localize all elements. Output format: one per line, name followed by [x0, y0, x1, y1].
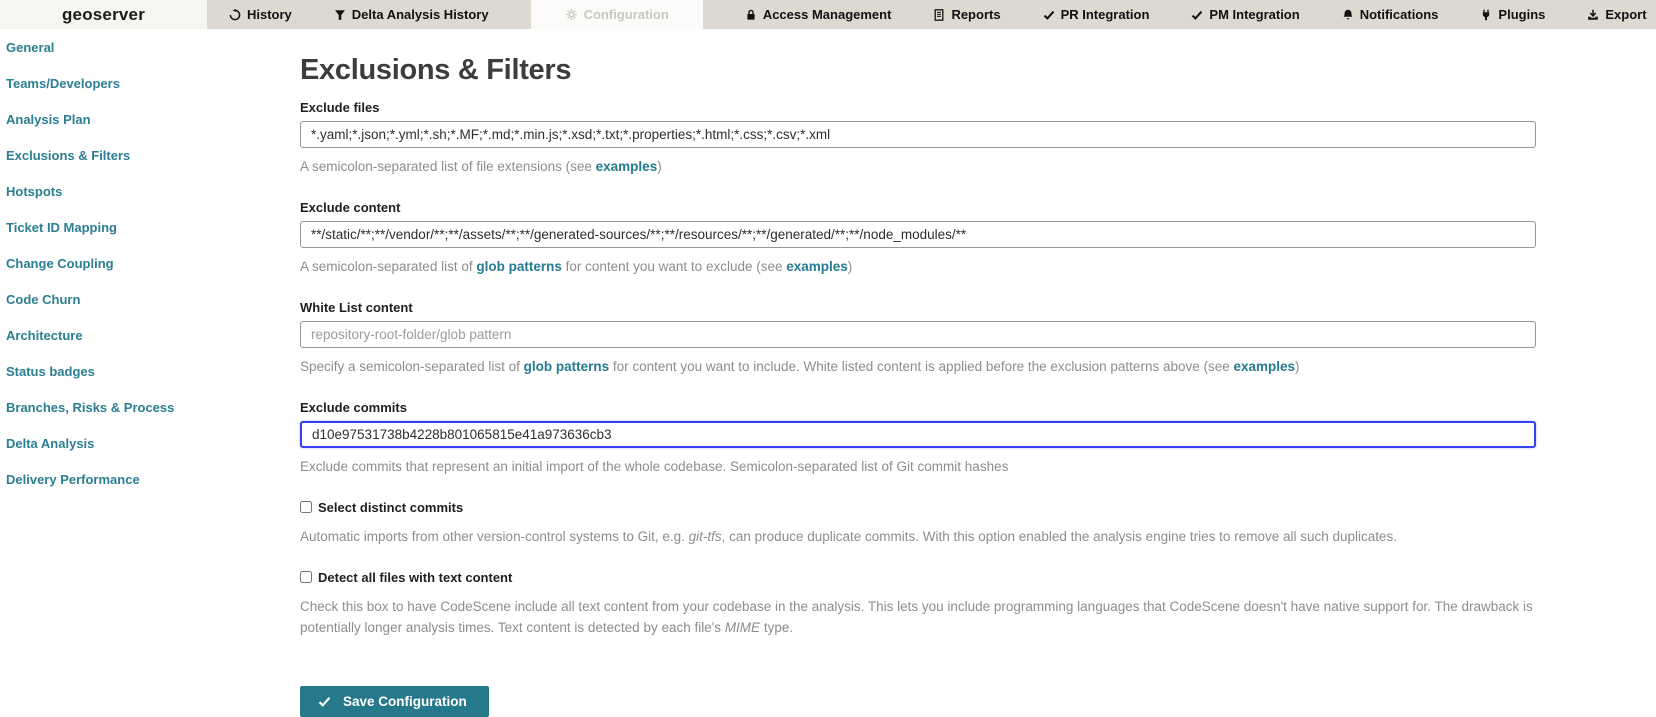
help-text: ) — [847, 258, 853, 274]
checkbox-label-text: Select distinct commits — [318, 499, 464, 515]
nav-reports[interactable]: Reports — [933, 0, 1001, 29]
help-text: ) — [1295, 358, 1300, 374]
sidebar-item-status-badges[interactable]: Status badges — [0, 353, 300, 389]
help-text: for content you want to include. White l… — [609, 358, 1234, 374]
nav-label: PR Integration — [1060, 7, 1150, 22]
nav-label: Export — [1605, 7, 1647, 22]
detect-text-content-label[interactable]: Detect all files with text content — [300, 570, 1536, 585]
help-text: Automatic imports from other version-con… — [300, 528, 689, 544]
field-exclude-commits: Exclude commits Exclude commits that rep… — [300, 400, 1536, 478]
check-icon — [1191, 9, 1203, 21]
exclude-files-label: Exclude files — [300, 100, 380, 115]
report-icon — [933, 8, 945, 21]
detect-text-content-help: Check this box to have CodeScene include… — [300, 597, 1536, 639]
sidebar-item-delta-analysis[interactable]: Delta Analysis — [0, 425, 300, 461]
nav-configuration[interactable]: Configuration — [530, 0, 703, 29]
glob-patterns-link[interactable]: glob patterns — [476, 259, 562, 274]
examples-link[interactable]: examples — [1234, 359, 1296, 374]
sidebar-item-general[interactable]: General — [0, 29, 300, 65]
nav-label: Access Management — [762, 7, 892, 22]
filter-icon — [334, 9, 346, 21]
exclude-files-help: A semicolon-separated list of file exten… — [300, 157, 1536, 178]
glob-patterns-link[interactable]: glob patterns — [524, 359, 610, 374]
nav-history[interactable]: History — [229, 0, 292, 29]
nav-label: Reports — [951, 7, 1001, 22]
checkbox-label-text: Detect all files with text content — [318, 569, 513, 585]
main-content: Exclusions & Filters Exclude files A sem… — [300, 29, 1536, 717]
field-exclude-content: Exclude content A semicolon-separated li… — [300, 200, 1536, 278]
help-text: for content you want to exclude (see — [561, 258, 787, 274]
sidebar-item-analysis-plan[interactable]: Analysis Plan — [0, 101, 300, 137]
app-logo[interactable]: geoserver — [62, 5, 145, 25]
nav-label: Configuration — [583, 7, 669, 22]
sidebar-item-branches-risks-process[interactable]: Branches, Risks & Process — [0, 389, 300, 425]
nav-label: History — [247, 7, 292, 22]
sidebar-item-delivery-performance[interactable]: Delivery Performance — [0, 461, 300, 497]
nav-export[interactable]: Export — [1587, 0, 1647, 29]
sidebar-item-change-coupling[interactable]: Change Coupling — [0, 245, 300, 281]
help-text: A semicolon-separated list of file exten… — [300, 159, 596, 174]
white-list-content-label: White List content — [300, 299, 413, 315]
nav-plugins[interactable]: Plugins — [1480, 0, 1545, 29]
sidebar: General Teams/Developers Analysis Plan E… — [0, 29, 300, 497]
history-icon — [229, 8, 241, 21]
nav-label: Notifications — [1359, 7, 1439, 22]
help-text: type. — [760, 619, 794, 635]
exclude-commits-help: Exclude commits that represent an initia… — [300, 458, 1009, 474]
check-icon — [1043, 9, 1055, 21]
logo-area: geoserver — [0, 0, 207, 29]
help-italic-text: git-tfs — [688, 528, 722, 544]
nav-label: Delta Analysis History — [351, 7, 489, 22]
nav-notifications[interactable]: Notifications — [1342, 0, 1439, 29]
sidebar-item-ticket-id-mapping[interactable]: Ticket ID Mapping — [0, 209, 300, 245]
exclude-content-input[interactable] — [300, 220, 1536, 248]
white-list-content-input[interactable] — [300, 320, 1536, 348]
nav-label: Plugins — [1498, 7, 1546, 22]
sidebar-item-exclusions-filters[interactable]: Exclusions & Filters — [0, 137, 300, 173]
help-text: Specify a semicolon-separated list of — [300, 358, 524, 374]
exclude-commits-input[interactable] — [300, 420, 1536, 448]
exclude-content-help: A semicolon-separated list of glob patte… — [300, 257, 1536, 278]
nav-access-management[interactable]: Access Management — [745, 0, 892, 29]
sidebar-item-hotspots[interactable]: Hotspots — [0, 173, 300, 209]
select-distinct-commits-label[interactable]: Select distinct commits — [300, 500, 1536, 515]
exclude-commits-label: Exclude commits — [300, 399, 407, 415]
top-bar: geoserver History Delta Analysis History… — [0, 0, 1656, 29]
lock-icon — [745, 9, 757, 21]
nav-pm-integration[interactable]: PM Integration — [1191, 0, 1300, 29]
bell-icon — [1342, 9, 1354, 21]
save-configuration-button[interactable]: Save Configuration — [300, 686, 489, 717]
select-distinct-commits-checkbox[interactable] — [300, 501, 312, 514]
help-text: ) — [657, 159, 662, 174]
checkbox-row-detect-text-content: Detect all files with text content Check… — [300, 570, 1536, 639]
nav-delta-analysis-history[interactable]: Delta Analysis History — [334, 0, 489, 29]
help-italic-text: MIME — [724, 619, 761, 635]
plugin-icon — [1480, 9, 1492, 21]
page-title: Exclusions & Filters — [300, 54, 572, 86]
examples-link[interactable]: examples — [786, 259, 848, 274]
examples-link[interactable]: examples — [596, 159, 658, 174]
sidebar-item-teams-developers[interactable]: Teams/Developers — [0, 65, 300, 101]
exclude-content-label: Exclude content — [300, 199, 401, 215]
save-button-label: Save Configuration — [343, 694, 467, 710]
gears-icon — [565, 8, 578, 21]
nav-label: PM Integration — [1209, 7, 1300, 22]
white-list-content-help: Specify a semicolon-separated list of gl… — [300, 357, 1536, 378]
help-text: A semicolon-separated list of — [300, 258, 477, 274]
checkbox-row-select-distinct-commits: Select distinct commits Automatic import… — [300, 500, 1536, 548]
field-white-list-content: White List content Specify a semicolon-s… — [300, 300, 1536, 378]
exclude-files-input[interactable] — [300, 121, 1536, 148]
detect-text-content-checkbox[interactable] — [300, 571, 312, 584]
help-text: Check this box to have CodeScene include… — [300, 598, 1533, 635]
field-exclude-files: Exclude files A semicolon-separated list… — [300, 100, 1536, 178]
top-navigation: History Delta Analysis History Configura… — [207, 0, 1656, 29]
check-icon — [318, 695, 331, 708]
help-text: , can produce duplicate commits. With th… — [721, 528, 1398, 544]
export-icon — [1587, 9, 1599, 21]
select-distinct-commits-help: Automatic imports from other version-con… — [300, 527, 1536, 548]
nav-pr-integration[interactable]: PR Integration — [1043, 0, 1150, 29]
sidebar-item-architecture[interactable]: Architecture — [0, 317, 300, 353]
sidebar-item-code-churn[interactable]: Code Churn — [0, 281, 300, 317]
